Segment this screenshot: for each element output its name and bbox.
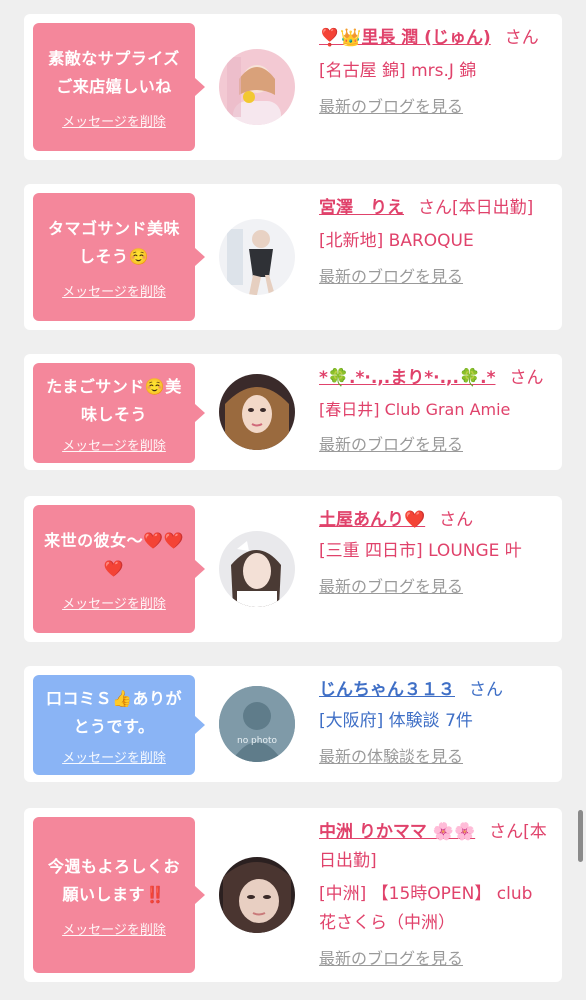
profile-name-link[interactable]: *🍀.*·.,.まり*·.,.🍀.* — [319, 368, 495, 388]
no-photo-icon — [219, 686, 295, 762]
profile-info: ❣️👑里長 潤 (じゅん) さん [名古屋 錦] mrs.J 錦 最新のブログを見… — [319, 24, 554, 118]
profile-name-link[interactable]: ❣️👑里長 潤 (じゅん) — [319, 28, 491, 48]
profile-photo — [219, 374, 295, 450]
avatar[interactable] — [219, 219, 295, 295]
message-card: 来世の彼女〜❤️❤️❤️ メッセージを削除 土屋あんり❤️ さん [三重 四日市]… — [24, 496, 562, 642]
no-photo-text: no photo — [236, 736, 278, 746]
message-text: 今週もよろしくお願いします‼️ — [47, 856, 180, 904]
honorific: さん — [418, 198, 452, 218]
message-bubble: 口コミＳ👍ありがとうです。 メッセージを削除 — [33, 675, 205, 775]
message-card: 素敵なサプライズご来店嬉しいね メッセージを削除 ❣️👑里長 潤 (じゅん) さん… — [24, 14, 562, 160]
honorific: さん — [489, 822, 524, 842]
profile-name-line: じんちゃん３１３ さん — [319, 676, 554, 705]
message-text: タマゴサンド美味しそう☺️ — [47, 218, 180, 266]
message-bubble: たまごサンド☺️美味しそう メッセージを削除 — [33, 363, 205, 463]
avatar[interactable] — [219, 49, 295, 125]
latest-blog-link[interactable]: 最新のブログを見る — [319, 96, 554, 118]
shop-info: [名古屋 錦] mrs.J 錦 — [319, 61, 477, 81]
shop-info: [北新地] BAROQUE — [319, 231, 474, 251]
avatar[interactable] — [219, 531, 295, 607]
profile-photo — [219, 219, 295, 295]
latest-blog-link[interactable]: 最新のブログを見る — [319, 576, 554, 598]
profile-info: 宮澤 りえ さん[本日出勤] [北新地] BAROQUE 最新のブログを見る — [319, 194, 554, 288]
profile-name-link[interactable]: 中洲 りかママ 🌸🌸 — [319, 822, 475, 842]
latest-blog-link[interactable]: 最新のブログを見る — [319, 948, 554, 970]
shop-info: [三重 四日市] LOUNGE 叶 — [319, 541, 522, 561]
message-bubble: タマゴサンド美味しそう☺️ メッセージを削除 — [33, 193, 205, 321]
delete-message-link[interactable]: メッセージを削除 — [62, 435, 166, 454]
honorific: さん — [504, 28, 539, 48]
profile-info: 土屋あんり❤️ さん [三重 四日市] LOUNGE 叶 最新のブログを見る — [319, 506, 554, 598]
avatar[interactable] — [219, 374, 295, 450]
message-card: 今週もよろしくお願いします‼️ メッセージを削除 中洲 りかママ 🌸🌸 さん[本日… — [24, 808, 562, 982]
message-text: たまごサンド☺️美味しそう — [46, 376, 182, 424]
latest-blog-link[interactable]: 最新のブログを見る — [319, 266, 554, 288]
message-bubble: 素敵なサプライズご来店嬉しいね メッセージを削除 — [33, 23, 205, 151]
delete-message-link[interactable]: メッセージを削除 — [62, 111, 166, 130]
profile-info: じんちゃん３１３ さん [大阪府] 体験談 7件 最新の体験談を見る — [319, 676, 554, 768]
profile-name-link[interactable]: じんちゃん３１３ — [319, 680, 455, 700]
profile-name-link[interactable]: 宮澤 りえ — [319, 198, 404, 218]
profile-photo — [219, 531, 295, 607]
profile-name-line: ❣️👑里長 潤 (じゅん) さん — [319, 24, 554, 53]
delete-message-link[interactable]: メッセージを削除 — [62, 747, 166, 766]
shop-info: [春日井] Club Gran Amie — [319, 400, 511, 419]
delete-message-link[interactable]: メッセージを削除 — [62, 281, 166, 300]
profile-info: *🍀.*·.,.まり*·.,.🍀.* さん [春日井] Club Gran Ami… — [319, 364, 554, 456]
message-card: タマゴサンド美味しそう☺️ メッセージを削除 宮澤 りえ さん[本日出勤] [北新… — [24, 184, 562, 330]
delete-message-link[interactable]: メッセージを削除 — [62, 593, 166, 612]
avatar[interactable]: no photo — [219, 686, 295, 762]
profile-name-link[interactable]: 土屋あんり❤️ — [319, 510, 425, 530]
avatar[interactable] — [219, 857, 295, 933]
message-card: 口コミＳ👍ありがとうです。 メッセージを削除 no photo じんちゃん３１３… — [24, 666, 562, 782]
honorific: さん — [469, 680, 503, 700]
profile-name-line: 宮澤 りえ さん[本日出勤] — [319, 194, 554, 223]
profile-name-line: 土屋あんり❤️ さん — [319, 506, 554, 535]
message-text: 口コミＳ👍ありがとうです。 — [46, 688, 182, 736]
attendance-status: [本日出勤] — [452, 198, 534, 218]
honorific: さん — [439, 510, 474, 530]
profile-photo — [219, 49, 295, 125]
message-text: 素敵なサプライズご来店嬉しいね — [48, 48, 180, 96]
profile-name-line: *🍀.*·.,.まり*·.,.🍀.* さん — [319, 364, 554, 393]
delete-message-link[interactable]: メッセージを削除 — [62, 919, 166, 938]
profile-name-line: 中洲 りかママ 🌸🌸 さん[本日出勤] — [319, 818, 554, 876]
message-text: 来世の彼女〜❤️❤️❤️ — [44, 530, 184, 578]
profile-photo — [219, 857, 295, 933]
latest-review-link[interactable]: 最新の体験談を見る — [319, 746, 554, 768]
honorific: さん — [509, 368, 544, 388]
profile-info: 中洲 りかママ 🌸🌸 さん[本日出勤] [中洲] 【15時OPEN】 club 花… — [319, 818, 554, 970]
latest-blog-link[interactable]: 最新のブログを見る — [319, 434, 554, 456]
message-bubble: 来世の彼女〜❤️❤️❤️ メッセージを削除 — [33, 505, 205, 633]
scrollbar-thumb[interactable] — [578, 810, 583, 862]
shop-info: [大阪府] 体験談 7件 — [319, 711, 473, 731]
message-card: たまごサンド☺️美味しそう メッセージを削除 *🍀.*·.,.まり*·.,.🍀.… — [24, 354, 562, 470]
message-bubble: 今週もよろしくお願いします‼️ メッセージを削除 — [33, 817, 205, 973]
shop-info: [中洲] 【15時OPEN】 club 花さくら（中洲） — [319, 884, 533, 933]
